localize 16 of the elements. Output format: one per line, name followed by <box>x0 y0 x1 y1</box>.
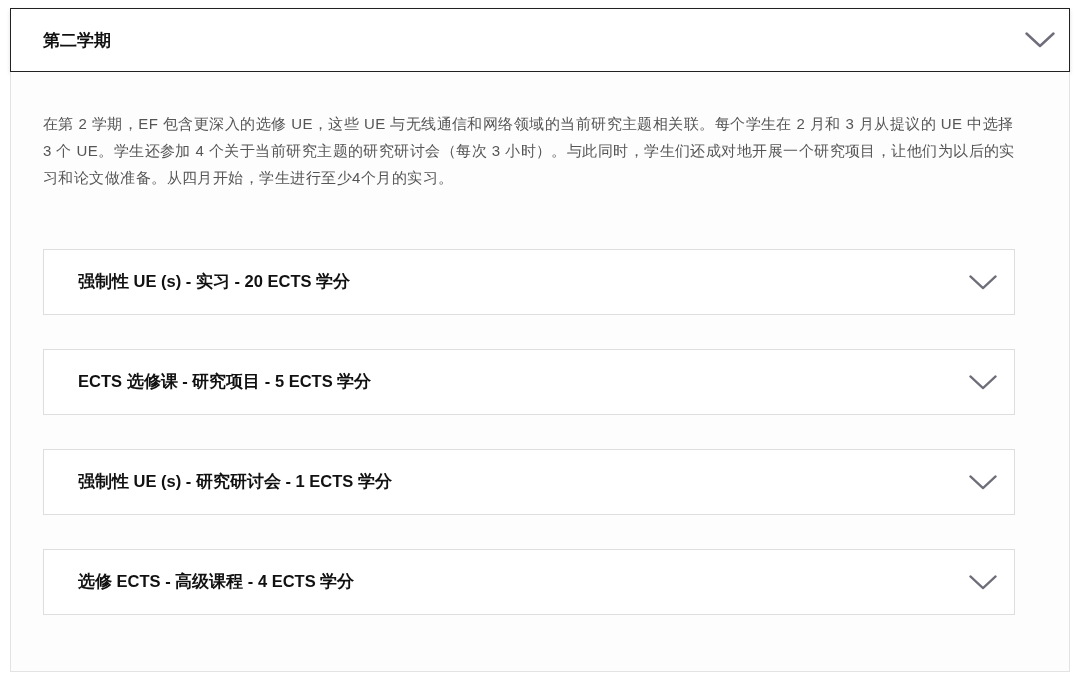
chevron-down-icon <box>969 274 997 290</box>
section-header[interactable]: 第二学期 <box>10 8 1070 72</box>
accordion-title: 强制性 UE (s) - 研究研讨会 - 1 ECTS 学分 <box>78 471 392 492</box>
accordion-item[interactable]: 选修 ECTS - 高级课程 - 4 ECTS 学分 <box>43 549 1015 615</box>
accordion-title: ECTS 选修课 - 研究项目 - 5 ECTS 学分 <box>78 371 372 392</box>
accordion-item[interactable]: 强制性 UE (s) - 实习 - 20 ECTS 学分 <box>43 249 1015 315</box>
accordion-title: 选修 ECTS - 高级课程 - 4 ECTS 学分 <box>78 571 355 592</box>
section-title: 第二学期 <box>43 29 111 52</box>
accordion-item[interactable]: ECTS 选修课 - 研究项目 - 5 ECTS 学分 <box>43 349 1015 415</box>
accordion-title: 强制性 UE (s) - 实习 - 20 ECTS 学分 <box>78 271 351 292</box>
accordion-item[interactable]: 强制性 UE (s) - 研究研讨会 - 1 ECTS 学分 <box>43 449 1015 515</box>
chevron-down-icon <box>969 374 997 390</box>
section-description: 在第 2 学期，EF 包含更深入的选修 UE，这些 UE 与无线通信和网络领域的当前研究主题相关联。每个学生在 2 月和 3 月从提议的 UE 中选择 3 个 UE。学生还参加 4 个关于当前研究主题的研究研讨会（每次 3 小时）。与此同时，学生们还成对地开展一个研究项目，让他们为以后的实习和论文做准备。从四月开始，学生进行至少4个月的实习。 <box>43 114 1016 188</box>
chevron-down-icon <box>969 574 997 590</box>
chevron-down-icon <box>969 474 997 490</box>
chevron-down-icon <box>1025 32 1055 48</box>
